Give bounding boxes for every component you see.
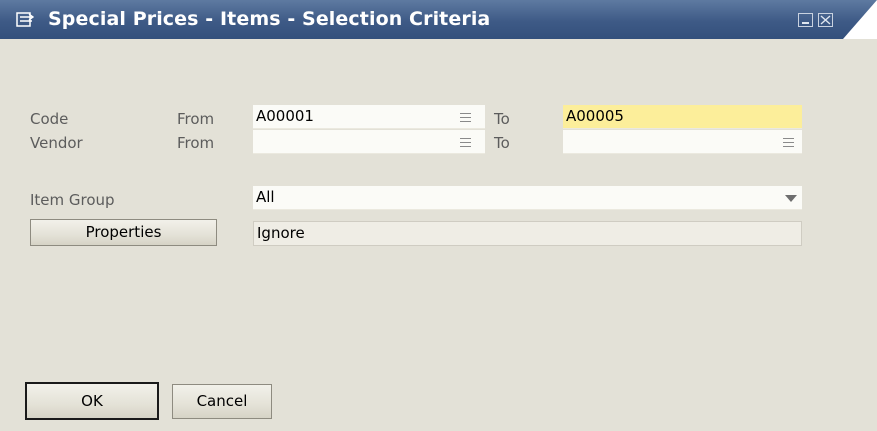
item-group-value: All bbox=[256, 188, 275, 206]
code-from-field[interactable]: A00001 bbox=[253, 105, 485, 129]
choose-from-list-icon[interactable] bbox=[460, 138, 471, 147]
properties-button[interactable]: Properties bbox=[30, 219, 217, 246]
vendor-to-field[interactable] bbox=[563, 130, 802, 154]
window-title: Special Prices - Items - Selection Crite… bbox=[48, 8, 491, 30]
cancel-button[interactable]: Cancel bbox=[172, 384, 272, 419]
code-to-label: To bbox=[494, 110, 510, 128]
code-from-value: A00001 bbox=[256, 107, 314, 125]
choose-from-list-icon[interactable] bbox=[783, 138, 794, 147]
choose-from-list-icon[interactable] bbox=[460, 113, 471, 122]
item-group-select[interactable]: All bbox=[253, 186, 802, 210]
item-group-label: Item Group bbox=[30, 191, 115, 209]
chevron-down-icon[interactable] bbox=[785, 195, 797, 202]
selection-criteria-window: Special Prices - Items - Selection Crite… bbox=[0, 0, 877, 431]
code-to-value: A00005 bbox=[566, 107, 624, 125]
code-to-field[interactable]: A00005 bbox=[563, 105, 802, 129]
vendor-to-label: To bbox=[494, 134, 510, 152]
vendor-from-label: From bbox=[177, 134, 215, 152]
properties-value-field: Ignore bbox=[253, 221, 802, 246]
code-label: Code bbox=[30, 110, 69, 128]
form-icon bbox=[16, 12, 34, 27]
ok-button[interactable]: OK bbox=[25, 382, 159, 420]
code-from-label: From bbox=[177, 110, 215, 128]
vendor-from-field[interactable] bbox=[253, 130, 485, 154]
properties-value: Ignore bbox=[257, 224, 305, 242]
title-bar[interactable]: Special Prices - Items - Selection Crite… bbox=[0, 0, 877, 39]
vendor-label: Vendor bbox=[30, 134, 83, 152]
close-icon[interactable] bbox=[818, 13, 833, 27]
minimize-icon[interactable] bbox=[798, 13, 813, 27]
